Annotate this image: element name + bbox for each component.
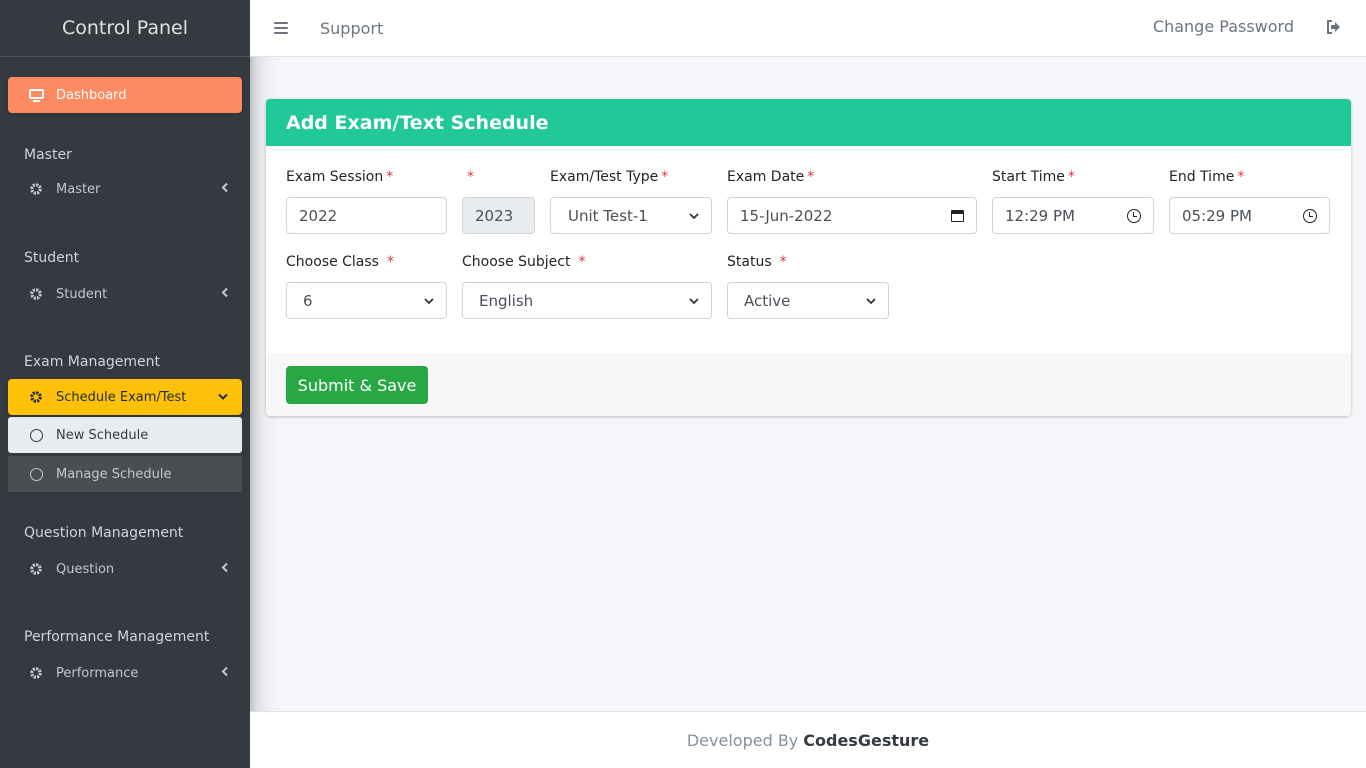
chevron-down-icon [218, 391, 228, 404]
gear-icon [28, 561, 44, 577]
exam-date-input[interactable]: 15-Jun-2022 [727, 197, 977, 234]
footer-text: Developed By [686, 730, 799, 750]
circle-icon [30, 428, 43, 442]
sidebar-item-student[interactable]: Student [8, 276, 242, 312]
nav-header-exam-management: Exam Management [24, 354, 161, 370]
chevron-down-icon [689, 211, 699, 221]
choose-subject-label: Choose Subject * [462, 254, 586, 270]
clock-icon[interactable] [1303, 208, 1317, 223]
sidebar-item-label: Student [56, 286, 108, 302]
end-time-input[interactable]: 05:29 PM [1169, 197, 1330, 234]
status-select[interactable]: Active [727, 282, 889, 319]
nav-header-performance-management: Performance Management [24, 629, 210, 645]
nav-header-question-management: Question Management [24, 525, 184, 541]
end-time-label: End Time * [1169, 169, 1245, 185]
calendar-icon[interactable] [951, 209, 964, 222]
circle-icon [30, 467, 43, 481]
session-end-input: 2023 [462, 197, 535, 234]
brand-title[interactable]: Control Panel [0, 0, 250, 57]
chevron-left-icon [221, 287, 228, 301]
chevron-down-icon [689, 296, 699, 306]
sidebar-item-performance[interactable]: Performance [8, 655, 242, 691]
status-label: Status * [727, 254, 787, 270]
support-link[interactable]: Support [320, 19, 383, 38]
sidebar-item-label: Schedule Exam/Test [56, 389, 187, 405]
exam-date-label: Exam Date * [727, 169, 815, 185]
page-footer: Developed By CodesGesture [250, 711, 1366, 768]
add-exam-schedule-card: Add Exam/Text Schedule Exam Session * * E… [266, 99, 1351, 416]
gear-icon [28, 181, 44, 197]
sidebar-subitem-manage-schedule[interactable]: Manage Schedule [8, 456, 242, 492]
subject-select[interactable]: English [462, 282, 712, 319]
choose-class-label: Choose Class * [286, 254, 394, 270]
class-select[interactable]: 6 [286, 282, 447, 319]
chevron-down-icon [866, 296, 876, 306]
sidebar-item-label: Question [56, 561, 115, 577]
sidebar-item-dashboard[interactable]: Dashboard [8, 77, 242, 113]
sidebar-item-question[interactable]: Question [8, 551, 242, 587]
nav-header-master: Master [24, 147, 72, 163]
session-end-label: * [467, 169, 474, 185]
sidebar-item-schedule-exam[interactable]: Schedule Exam/Test [8, 379, 242, 415]
exam-type-select[interactable]: Unit Test-1 [550, 197, 712, 234]
exam-session-input[interactable]: 2022 [286, 197, 447, 234]
gear-icon [28, 665, 44, 681]
sidebar-item-label: Dashboard [56, 87, 127, 103]
chevron-left-icon [221, 182, 228, 196]
topbar: Support Change Password [250, 0, 1366, 57]
card-footer: Submit & Save [266, 353, 1351, 416]
sidebar-subitem-new-schedule[interactable]: New Schedule [8, 417, 242, 453]
sidebar-item-master[interactable]: Master [8, 171, 242, 207]
gear-icon [28, 389, 44, 405]
card-title: Add Exam/Text Schedule [266, 99, 1351, 146]
gear-icon [28, 286, 44, 302]
sidebar-item-label: Performance [56, 665, 139, 681]
hamburger-menu-icon[interactable] [274, 22, 288, 34]
monitor-icon [28, 87, 44, 103]
footer-brand: CodesGesture [803, 730, 930, 750]
sidebar-item-label: Master [56, 181, 101, 197]
sidebar-subitem-label: New Schedule [56, 427, 149, 443]
exam-type-label: Exam/Test Type * [550, 169, 669, 185]
change-password-link[interactable]: Change Password [1153, 17, 1294, 36]
exam-session-label: Exam Session * [286, 169, 394, 185]
chevron-left-icon [221, 562, 228, 576]
sidebar: Control Panel Dashboard Master Master St… [0, 0, 250, 768]
sidebar-subitem-label: Manage Schedule [56, 466, 172, 482]
schedule-submenu: New Schedule Manage Schedule [8, 417, 242, 492]
schedule-form: Exam Session * * Exam/Test Type * Exam Dat… [266, 146, 1351, 353]
nav-header-student: Student [24, 250, 80, 266]
chevron-left-icon [221, 666, 228, 680]
chevron-down-icon [424, 296, 434, 306]
start-time-input[interactable]: 12:29 PM [992, 197, 1154, 234]
start-time-label: Start Time * [992, 169, 1075, 185]
sidebar-nav: Dashboard Master Master Student Student [0, 57, 250, 691]
logout-icon[interactable] [1326, 19, 1342, 35]
submit-save-button[interactable]: Submit & Save [286, 366, 428, 404]
clock-icon[interactable] [1127, 208, 1141, 223]
